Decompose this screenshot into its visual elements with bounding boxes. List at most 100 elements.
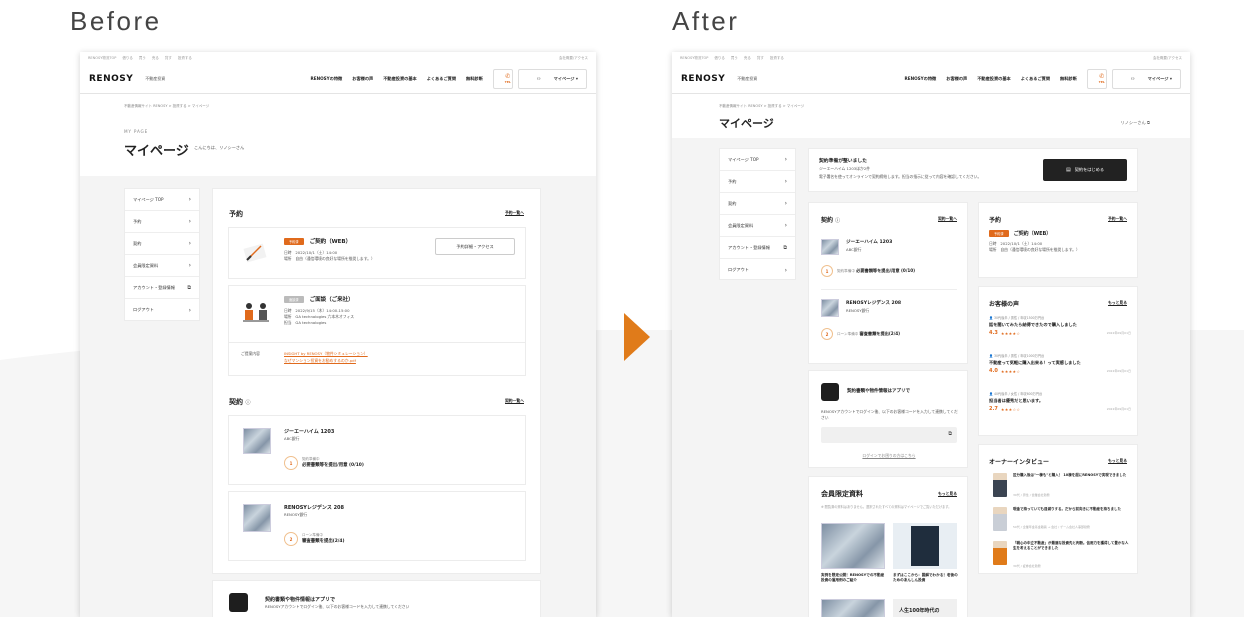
menu-item-account[interactable]: アカウント・登録情報 ⧉	[720, 237, 795, 259]
customer-code-field[interactable]: ⧉	[821, 427, 957, 443]
topstrip-link[interactable]: 売る	[152, 56, 159, 61]
materials-more-link[interactable]: もっと見る	[938, 491, 957, 497]
user-name-link[interactable]: リノシーさん ⧉	[1121, 120, 1150, 126]
tel-button[interactable]: ✆ TEL	[1086, 68, 1107, 89]
nav-item[interactable]: RENOSYの特徴	[310, 76, 342, 82]
interviews-more-link[interactable]: もっと見る	[1108, 458, 1127, 464]
reserve-status-badge: 面談済	[284, 295, 304, 303]
interview-item[interactable]: 「親心の中立不動産」が最適な投資先と判断。信用力を獲得して豊かな人生を考えること…	[989, 541, 1131, 573]
copy-icon[interactable]: ⧉	[948, 431, 952, 437]
menu-item-reserve[interactable]: 予約 ›	[720, 171, 795, 193]
task-label: 必要書類等を提出/用意 (0/10)	[856, 268, 916, 273]
help-icon[interactable]: ⓘ	[835, 218, 840, 224]
topstrip-link[interactable]: 投資する	[770, 56, 784, 61]
mypage-button[interactable]: ⚇ マイページ ▾	[517, 68, 587, 89]
topstrip-link[interactable]: 貸す	[165, 56, 172, 61]
reserve-item-header: 予約済 ご契約（WEB）	[284, 237, 351, 245]
menu-item-top[interactable]: マイページ TOP ›	[720, 149, 795, 171]
company-link[interactable]: 会社概要/アクセス	[1153, 56, 1182, 61]
material-title[interactable]: 実例を限定公開！RENOSYでの不動産投資の運用例のご紹介	[821, 573, 887, 584]
material-thumbnail[interactable]: 人生100年時代の	[893, 599, 957, 617]
menu-item-contract[interactable]: 契約 ›	[720, 193, 795, 215]
topstrip-link[interactable]: RENOSY物流TOP	[88, 56, 116, 61]
reserve-name: ご契約（WEB）	[1013, 231, 1052, 237]
interview-meta: 50代 / 企業年金基金職員 → 会社 / ゲーム会社人事部勤務	[1013, 525, 1090, 529]
voices-more-link[interactable]: もっと見る	[1108, 300, 1127, 306]
task-label: 必要書類等を提出/用意 (0/10)	[302, 463, 364, 468]
mypage-button[interactable]: ⚇ マイページ ▾	[1111, 68, 1181, 89]
contract-item[interactable]: RENOSYレジデンス 208 RENOSY銀行 2 ローン準備中 審査書類を提…	[228, 491, 526, 561]
topstrip-link[interactable]: 投資する	[178, 56, 192, 61]
nav-item[interactable]: 不動産投資の基本	[977, 76, 1011, 82]
label: 日時	[284, 250, 292, 255]
material-thumbnail[interactable]	[821, 599, 885, 617]
contract-list-link[interactable]: 契約一覧へ	[505, 398, 524, 404]
start-contract-button[interactable]: ▤ 契約をはじめる	[1043, 159, 1127, 181]
renosy-logo[interactable]: RENOSY	[681, 74, 725, 84]
company-link[interactable]: 会社概要/アクセス	[559, 56, 588, 61]
menu-item-account[interactable]: アカウント・登録情報 ⧉	[125, 277, 199, 299]
reserve-item: 予約済 ご契約（WEB） 日時 2022/10/1（土）14:00 場所 自由（…	[228, 227, 526, 279]
voice-item[interactable]: 👤 30代後半 / 男性 / 年収1000万円台 不動産って気軽に購入出来る！っ…	[989, 353, 1131, 374]
reserve-details: 日時 2022/10/1（土）14:00 場所 自由（通信環境の良好な場所を推奨…	[284, 250, 375, 262]
breadcrumb[interactable]: 不動産情報サイト RENOSY > 投資する > マイページ	[719, 104, 804, 109]
material-thumbnail[interactable]	[893, 523, 957, 569]
help-icon[interactable]: ⓘ	[245, 400, 250, 406]
contract-title: 契約	[821, 217, 834, 224]
materials-desc: ※ 閲覧済の資料はありません。選択されたすべての資料はマイページでご覧いただけま…	[821, 505, 952, 509]
page-title: マイページ	[124, 144, 189, 159]
nav-item[interactable]: 不動産投資の基本	[383, 76, 417, 82]
voice-item[interactable]: 👤 30代後半 / 男性 / 年収1500万円台 話を聞いてみたら納得できたので…	[989, 315, 1131, 336]
topstrip-link[interactable]: 売る	[744, 56, 751, 61]
topstrip-link[interactable]: 買う	[731, 56, 738, 61]
nav-item[interactable]: よくあるご質問	[427, 76, 456, 82]
value: 自由（通信環境の良好な場所を推奨します。）	[295, 255, 375, 261]
reserve-name: ご契約（WEB）	[309, 239, 352, 245]
contract-list-link[interactable]: 契約一覧へ	[938, 216, 957, 222]
reserve-list-link[interactable]: 予約一覧へ	[505, 210, 524, 216]
topstrip-link[interactable]: RENOSY物流TOP	[680, 56, 708, 61]
breadcrumb[interactable]: 不動産情報サイト RENOSY > 投資する > マイページ	[124, 104, 209, 109]
topstrip-link[interactable]: 貸す	[757, 56, 764, 61]
main-panel: 予約 予約一覧へ 予約済 ご契約（WEB） 日時 2022/10/1（土）14:…	[212, 188, 541, 574]
value: GA technologies	[295, 319, 327, 325]
material-thumbnail[interactable]	[821, 523, 885, 569]
menu-item-logout[interactable]: ログアウト ›	[720, 259, 795, 281]
menu-item-contract[interactable]: 契約 ›	[125, 233, 199, 255]
menu-item-logout[interactable]: ログアウト ›	[125, 299, 199, 321]
nav-item[interactable]: RENOSYの特徴	[904, 76, 936, 82]
topstrip-link[interactable]: 買う	[139, 56, 146, 61]
label: 場所	[284, 255, 292, 261]
login-help-link[interactable]: ログインでお困りの方はこちら	[821, 453, 957, 459]
voice-text: 担当者は優秀だと思います。	[989, 398, 1044, 403]
reserve-name: ご面談（ご来社）	[309, 297, 354, 303]
reserve-list-link[interactable]: 予約一覧へ	[1108, 216, 1127, 222]
voice-item[interactable]: 👤 40代後半 / 女性 / 年収600万円台 担当者は優秀だと思います。 2.…	[989, 391, 1131, 412]
interview-item[interactable]: 現金で持っていても目減りする。だから前向きに不動産を持ちました 50代 / 企業…	[989, 507, 1131, 537]
menu-item-top[interactable]: マイページ TOP ›	[125, 189, 199, 211]
renosy-logo[interactable]: RENOSY	[89, 74, 133, 84]
material-title[interactable]: まずはここから：図解でわかる！老後のためのあんしん投資	[893, 573, 959, 584]
owner-photo	[993, 507, 1007, 531]
side-menu: マイページ TOP › 予約 › 契約 › 会員限定資料 › アカウント・登録情報 ⧉ ロ…	[124, 188, 200, 321]
reserve-detail-button[interactable]: 予約詳細・アクセス	[435, 238, 515, 255]
menu-label: 会員限定資料	[133, 262, 159, 268]
divider	[821, 289, 957, 290]
topstrip-link[interactable]: 借りる	[122, 56, 133, 61]
menu-item-materials[interactable]: 会員限定資料 ›	[125, 255, 199, 277]
topstrip-link[interactable]: 借りる	[714, 56, 725, 61]
menu-item-materials[interactable]: 会員限定資料 ›	[720, 215, 795, 237]
global-nav: RENOSYの特徴 お客様の声 不動産投資の基本 よくあるご質問 無料診断 ✆ T…	[300, 68, 587, 89]
person-icon: 👤	[989, 316, 993, 320]
nav-item[interactable]: お客様の声	[352, 76, 373, 82]
contract-item[interactable]: ジーエーハイム 1203 ABC銀行 1 契約準備中 必要書類等を提出/用意 (…	[228, 415, 526, 485]
nav-item[interactable]: 無料診断	[466, 76, 483, 82]
nav-item[interactable]: 無料診断	[1060, 76, 1077, 82]
nav-item[interactable]: よくあるご質問	[1021, 76, 1050, 82]
proposal-link[interactable]: なぜマンション投資をお勧めするのか.pdf	[284, 357, 368, 364]
nav-item[interactable]: お客様の声	[946, 76, 967, 82]
tel-button[interactable]: ✆ TEL	[492, 68, 513, 89]
proposal-link[interactable]: INSIGHT by RENOSY（物件シミュレーション）	[284, 350, 368, 357]
menu-item-reserve[interactable]: 予約 ›	[125, 211, 199, 233]
interview-item[interactable]: 区分購入後は"一棟も"と購入！ 10棟を超にRENOSYで実現できました 30代…	[989, 473, 1131, 503]
